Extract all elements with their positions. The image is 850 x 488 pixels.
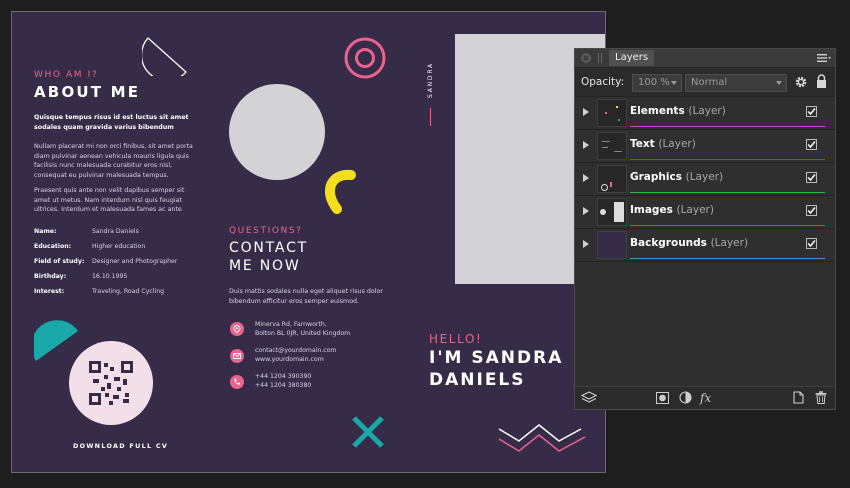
layer-row-images[interactable]: Images (Layer) <box>575 196 835 229</box>
opacity-row: Opacity: 100 % Normal <box>575 68 835 97</box>
layers-icon[interactable] <box>581 391 597 405</box>
blend-mode-select[interactable]: Normal <box>685 74 787 92</box>
grip-icon[interactable] <box>598 53 604 63</box>
layer-thumbnail <box>597 231 627 259</box>
blend-mode-value: Normal <box>691 77 728 88</box>
expand-triangle-icon[interactable] <box>583 141 589 149</box>
about-lead: Quisque tempus risus id est luctus sit a… <box>34 114 189 131</box>
layer-name: Graphics (Layer) <box>630 171 724 183</box>
panel-bottom-toolbar: fx <box>575 386 835 409</box>
pink-ring-shape <box>344 37 386 79</box>
expand-triangle-icon[interactable] <box>583 240 589 248</box>
contact-heading-line2: ME NOW <box>229 258 301 274</box>
teal-half-circle-shape <box>34 320 78 361</box>
layer-thumbnail <box>597 132 627 160</box>
visibility-checkbox[interactable] <box>806 172 817 183</box>
hero-heading-line1: I'M SANDRA <box>429 348 564 368</box>
visibility-checkbox[interactable] <box>806 205 817 216</box>
zigzag-lines-shape <box>498 424 586 452</box>
layer-row-backgrounds[interactable]: Backgrounds (Layer) <box>575 229 835 262</box>
hello-eyebrow: HELLO! <box>429 332 483 346</box>
lock-icon[interactable] <box>816 74 827 89</box>
download-cv-link[interactable]: DOWNLOAD FULL CV <box>73 442 168 450</box>
yellow-arc-shape <box>325 169 356 214</box>
layer-row-elements[interactable]: Elements (Layer) <box>575 97 835 130</box>
qr-code-icon[interactable] <box>89 361 133 405</box>
gear-icon[interactable] <box>794 75 808 89</box>
menu-icon[interactable] <box>817 53 831 63</box>
tab-layers[interactable]: Layers <box>609 50 655 66</box>
about-eyebrow: WHO AM I? <box>34 70 99 80</box>
about-paragraph-2: Praesent quis ante non velit dapibus sem… <box>34 187 185 214</box>
about-paragraph-1: Nullam placerat mi non orci finibus, sit… <box>34 143 193 179</box>
visibility-checkbox[interactable] <box>806 106 817 117</box>
visibility-checkbox[interactable] <box>806 238 817 249</box>
layers-panel: Layers Opacity: 100 % Normal Elements (L… <box>574 48 836 410</box>
vertical-accent-line <box>430 108 431 126</box>
phone-2: +44 1204 380380 <box>255 382 312 389</box>
half-circle-outline-shape <box>142 37 187 76</box>
chevron-down-icon <box>671 81 677 85</box>
hero-heading-line2: DANIELS <box>429 370 526 390</box>
profile-photo-placeholder <box>229 84 325 180</box>
new-layer-icon[interactable] <box>793 391 804 404</box>
layer-name: Images (Layer) <box>630 204 714 216</box>
vertical-name-label: SANDRA <box>427 62 434 98</box>
expand-triangle-icon[interactable] <box>583 174 589 182</box>
website-link[interactable]: www.yourdomain.com <box>255 355 324 365</box>
layer-thumbnail <box>597 198 627 226</box>
mask-icon[interactable] <box>656 392 669 404</box>
envelope-icon <box>230 349 244 363</box>
svg-text:fx: fx <box>699 391 711 405</box>
chevron-down-icon <box>776 81 782 85</box>
contact-body: Duis mattis sodales nulla eget aliquet r… <box>229 288 383 305</box>
about-heading: ABOUT ME <box>34 83 141 101</box>
adjustment-icon[interactable] <box>679 391 692 404</box>
panel-titlebar[interactable]: Layers <box>575 49 835 68</box>
opacity-field[interactable]: 100 % <box>632 74 682 92</box>
opacity-value: 100 % <box>638 77 670 88</box>
contact-heading-line1: CONTACT <box>229 240 308 256</box>
teal-cross-shape <box>352 416 384 448</box>
close-icon[interactable] <box>580 52 592 64</box>
phone-icon <box>230 375 244 389</box>
trash-icon[interactable] <box>815 391 827 404</box>
address-line-2: Bolton BL 0JR, United Kingdom <box>255 330 351 337</box>
expand-triangle-icon[interactable] <box>583 207 589 215</box>
layer-color-tag <box>630 191 825 193</box>
layer-row-text[interactable]: Text (Layer) <box>575 130 835 163</box>
fx-icon[interactable]: fx <box>699 390 715 405</box>
visibility-checkbox[interactable] <box>806 139 817 150</box>
layer-color-tag <box>630 224 825 226</box>
location-pin-icon <box>230 322 244 336</box>
layer-color-tag <box>630 257 825 259</box>
layer-row-graphics[interactable]: Graphics (Layer) <box>575 163 835 196</box>
expand-triangle-icon[interactable] <box>583 108 589 116</box>
document-canvas[interactable]: WHO AM I? ABOUT ME Quisque tempus risus … <box>11 11 606 473</box>
layer-name: Text (Layer) <box>630 138 696 150</box>
layer-name: Elements (Layer) <box>630 105 726 117</box>
opacity-label: Opacity: <box>581 76 625 88</box>
contact-eyebrow: QUESTIONS? <box>229 226 303 236</box>
layer-thumbnail <box>597 165 627 193</box>
layer-color-tag <box>630 125 825 127</box>
layer-name: Backgrounds (Layer) <box>630 237 749 249</box>
layer-thumbnail <box>597 99 627 127</box>
layer-color-tag <box>630 158 825 160</box>
qr-code-circle <box>69 341 153 425</box>
